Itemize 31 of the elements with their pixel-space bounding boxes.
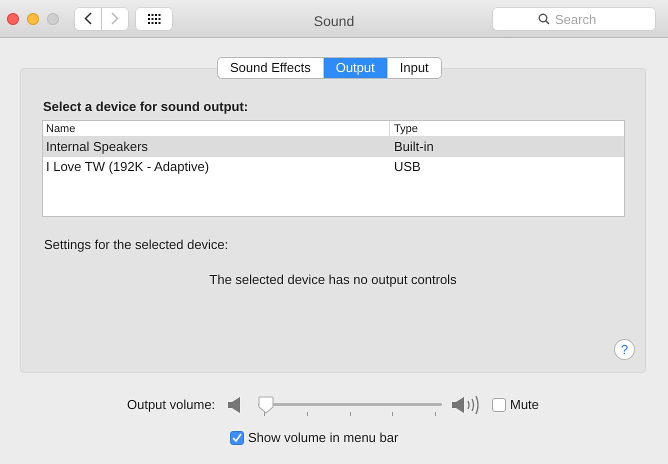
table-cell-text: Internal Speakers	[45, 138, 149, 156]
show-all-button[interactable]	[136, 8, 172, 30]
checkbox[interactable]	[230, 430, 244, 445]
volume-slider[interactable]	[258, 394, 442, 416]
table-cell-text: USB	[393, 158, 421, 176]
back-button[interactable]	[75, 8, 101, 30]
search-field[interactable]: Search	[493, 8, 655, 30]
settings-label: Settings for the selected device:	[44, 236, 228, 254]
search-icon	[538, 13, 550, 25]
volume-label: Output volume:	[127, 396, 216, 414]
checkbox[interactable]	[492, 398, 506, 412]
chevron-right-icon	[111, 12, 119, 25]
speaker-icon	[228, 397, 241, 413]
mute-label: Mute	[510, 396, 539, 414]
tab[interactable]: Input	[386, 58, 441, 78]
table-row[interactable]: Internal Speakers Built-in	[43, 137, 624, 157]
section-heading: Select a device for sound output:	[43, 98, 248, 116]
grid-icon	[148, 14, 160, 24]
close-button[interactable]	[7, 12, 19, 24]
column-header[interactable]: Type	[390, 121, 418, 136]
zoom-button[interactable]	[47, 12, 59, 24]
table-cell-text: Built-in	[393, 138, 434, 156]
table-cell-text: I Love TW (192K - Adaptive)	[45, 158, 210, 176]
column-header[interactable]: Name	[43, 121, 390, 136]
show-volume-label: Show volume in menu bar	[248, 429, 398, 447]
slider-thumb[interactable]	[258, 396, 274, 414]
checkmark-icon	[232, 433, 242, 442]
chevron-left-icon	[84, 12, 92, 25]
no-controls-message: The selected device has no output controls	[208, 271, 458, 289]
minimize-button[interactable]	[27, 12, 39, 24]
window-title: Sound	[312, 12, 356, 31]
